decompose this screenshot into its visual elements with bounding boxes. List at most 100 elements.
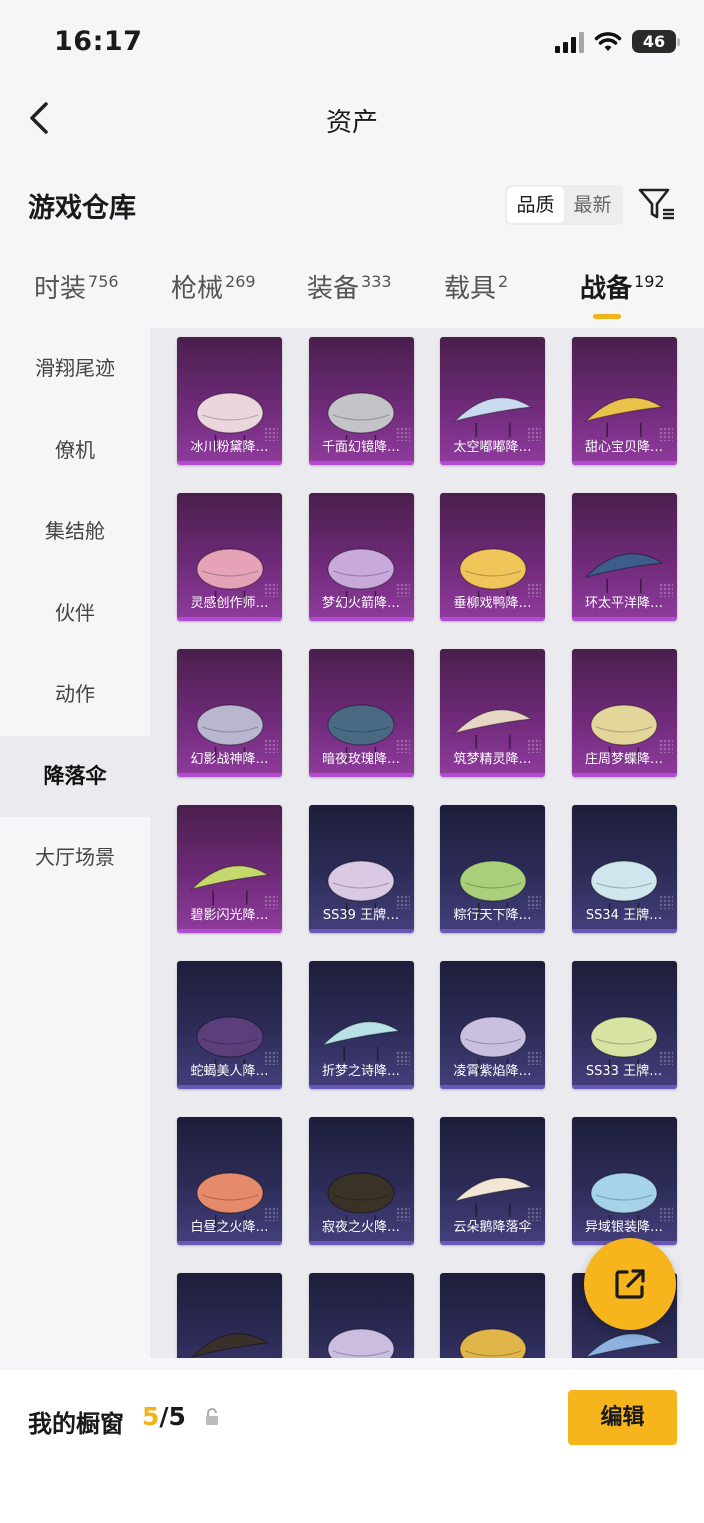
parachute-name: 幻影战神降… [190, 752, 269, 767]
parachute-card[interactable]: SS39 王牌… [308, 805, 414, 933]
parachute-name: 梦幻火箭降… [321, 596, 400, 611]
parachute-icon [321, 1021, 401, 1061]
parachute-icon [189, 865, 270, 905]
parachute-name: 环太平洋降… [584, 596, 663, 611]
parachute-card[interactable]: 寂夜之火降… [308, 1117, 414, 1245]
parachute-name: 庄周梦蝶降… [584, 752, 663, 767]
parachute-name: 粽行天下降… [453, 908, 532, 923]
tab-label: 枪械 [171, 274, 224, 304]
tab-label: 载具 [444, 274, 497, 304]
parachute-card[interactable] [308, 1273, 414, 1358]
lock-icon [206, 1408, 218, 1425]
sidebar: 滑翔尾迹 僚机 集结舱 伙伴 动作 降落伞 大厅场景 [0, 328, 150, 1370]
parachute-card[interactable]: 蛇蝎美人降… [177, 961, 282, 1089]
parachute-card[interactable]: 千面幻镜降… [308, 337, 414, 465]
parachute-name: 筑梦精灵降… [453, 752, 532, 767]
showcase-current: 5 [142, 1402, 160, 1431]
parachute-card[interactable]: 白昼之火降… [177, 1117, 282, 1245]
status-icons: 46 [555, 30, 680, 53]
parachute-icon [327, 1328, 395, 1358]
parachute-name: 蛇蝎美人降… [190, 1064, 269, 1079]
sort-option-quality[interactable]: 品质 [507, 187, 564, 223]
share-button[interactable] [584, 1238, 676, 1330]
parachute-name: 千面幻镜降… [321, 440, 400, 455]
parachute-icon [452, 709, 533, 749]
sidebar-item-lobby-scene[interactable]: 大厅场景 [0, 817, 150, 899]
sidebar-item-parachute[interactable]: 降落伞 [0, 735, 150, 817]
parachute-name: 凌霄紫焰降… [453, 1064, 532, 1079]
parachute-name: 甜心宝贝降… [584, 440, 663, 455]
item-grid: 冰川粉黛降… 千面幻镜降… 太空嘟嘟降… 甜心宝贝降… 灵感创作师… 梦幻火箭降… [177, 337, 677, 1358]
sidebar-item-emote[interactable]: 动作 [0, 654, 150, 736]
showcase-count: 5/5 [142, 1402, 186, 1431]
parachute-name: SS33 王牌… [585, 1064, 663, 1079]
parachute-name: 灵感创作师… [190, 596, 269, 611]
tab-battle-gear[interactable]: 战备 192 [580, 268, 665, 305]
parachute-name: 寂夜之火降… [321, 1220, 400, 1235]
parachute-card[interactable]: 粽行天下降… [440, 805, 545, 933]
battery-icon: 46 [632, 30, 680, 53]
sidebar-item-glide-trail[interactable]: 滑翔尾迹 [0, 328, 150, 410]
section-title: 游戏仓库 [28, 193, 136, 224]
tab-fashion[interactable]: 时装 756 [34, 268, 119, 305]
parachute-name: 冰川粉黛降… [190, 440, 269, 455]
share-icon [615, 1269, 645, 1299]
parachute-name: 白昼之火降… [190, 1220, 269, 1235]
parachute-name: 碧影闪光降… [190, 908, 269, 923]
tab-count: 333 [361, 272, 392, 291]
tab-count: 192 [634, 272, 665, 291]
parachute-card[interactable]: 太空嘟嘟降… [440, 337, 545, 465]
parachute-card[interactable]: SS34 王牌… [571, 805, 677, 933]
parachute-name: 暗夜玫瑰降… [321, 752, 400, 767]
parachute-card[interactable]: 垂柳戏鸭降… [440, 493, 545, 621]
tab-label: 战备 [580, 274, 633, 304]
parachute-card[interactable]: 灵感创作师… [177, 493, 282, 621]
parachute-icon [584, 1333, 664, 1358]
item-grid-area: 冰川粉黛降… 千面幻镜降… 太空嘟嘟降… 甜心宝贝降… 灵感创作师… 梦幻火箭降… [150, 328, 704, 1358]
parachute-card[interactable]: 筑梦精灵降… [440, 649, 545, 777]
parachute-name: 太空嘟嘟降… [453, 440, 532, 455]
parachute-card[interactable]: 庄周梦蝶降… [571, 649, 677, 777]
sort-option-newest[interactable]: 最新 [564, 187, 621, 223]
category-tabs: 时装 756 枪械 269 装备 333 载具 2 战备 192 [0, 268, 704, 328]
tab-count: 269 [225, 272, 256, 291]
filter-icon[interactable] [637, 184, 677, 224]
showcase-label: 我的橱窗 [28, 1410, 124, 1438]
parachute-card[interactable]: 环太平洋降… [571, 493, 677, 621]
parachute-name: 异域银装降… [584, 1220, 663, 1235]
parachute-card[interactable]: 暗夜玫瑰降… [308, 649, 414, 777]
status-time: 16:17 [54, 26, 143, 57]
tab-count: 2 [498, 272, 509, 291]
sidebar-item-companion[interactable]: 伙伴 [0, 573, 150, 655]
parachute-card[interactable]: 凌霄紫焰降… [440, 961, 545, 1089]
parachute-card[interactable]: 云朵鹅降落伞 [440, 1117, 545, 1245]
sidebar-item-assembly-pod[interactable]: 集结舱 [0, 491, 150, 573]
parachute-icon [189, 1333, 270, 1358]
parachute-card[interactable]: 甜心宝贝降… [571, 337, 677, 465]
edit-button[interactable]: 编辑 [568, 1390, 677, 1445]
parachute-card[interactable]: 幻影战神降… [177, 649, 282, 777]
tab-active-indicator [593, 314, 621, 319]
page-title: 资产 [325, 108, 378, 138]
parachute-name: 垂柳戏鸭降… [453, 596, 532, 611]
parachute-card[interactable]: 冰川粉黛降… [177, 337, 282, 465]
parachute-name: SS34 王牌… [585, 908, 663, 923]
parachute-card[interactable]: SS33 王牌… [571, 961, 677, 1089]
showcase-bar: 我的橱窗 5/5 编辑 [0, 1370, 704, 1523]
tab-label: 装备 [307, 274, 360, 304]
tab-guns[interactable]: 枪械 269 [171, 268, 256, 305]
parachute-card[interactable] [440, 1273, 545, 1358]
parachute-card[interactable]: 折梦之诗降… [308, 961, 414, 1089]
tab-vehicles[interactable]: 载具 2 [444, 268, 508, 305]
header: 资产 [0, 84, 704, 154]
showcase-total: /5 [159, 1402, 186, 1431]
parachute-card[interactable]: 异域银装降… [571, 1117, 677, 1245]
parachute-card[interactable]: 梦幻火箭降… [308, 493, 414, 621]
tab-equipment[interactable]: 装备 333 [307, 268, 392, 305]
parachute-name: 云朵鹅降落伞 [453, 1220, 532, 1235]
parachute-card[interactable]: 碧影闪光降… [177, 805, 282, 933]
tab-label: 时装 [34, 274, 87, 304]
sidebar-item-wingman[interactable]: 僚机 [0, 410, 150, 492]
wifi-icon [594, 31, 622, 51]
parachute-card[interactable] [177, 1273, 282, 1358]
